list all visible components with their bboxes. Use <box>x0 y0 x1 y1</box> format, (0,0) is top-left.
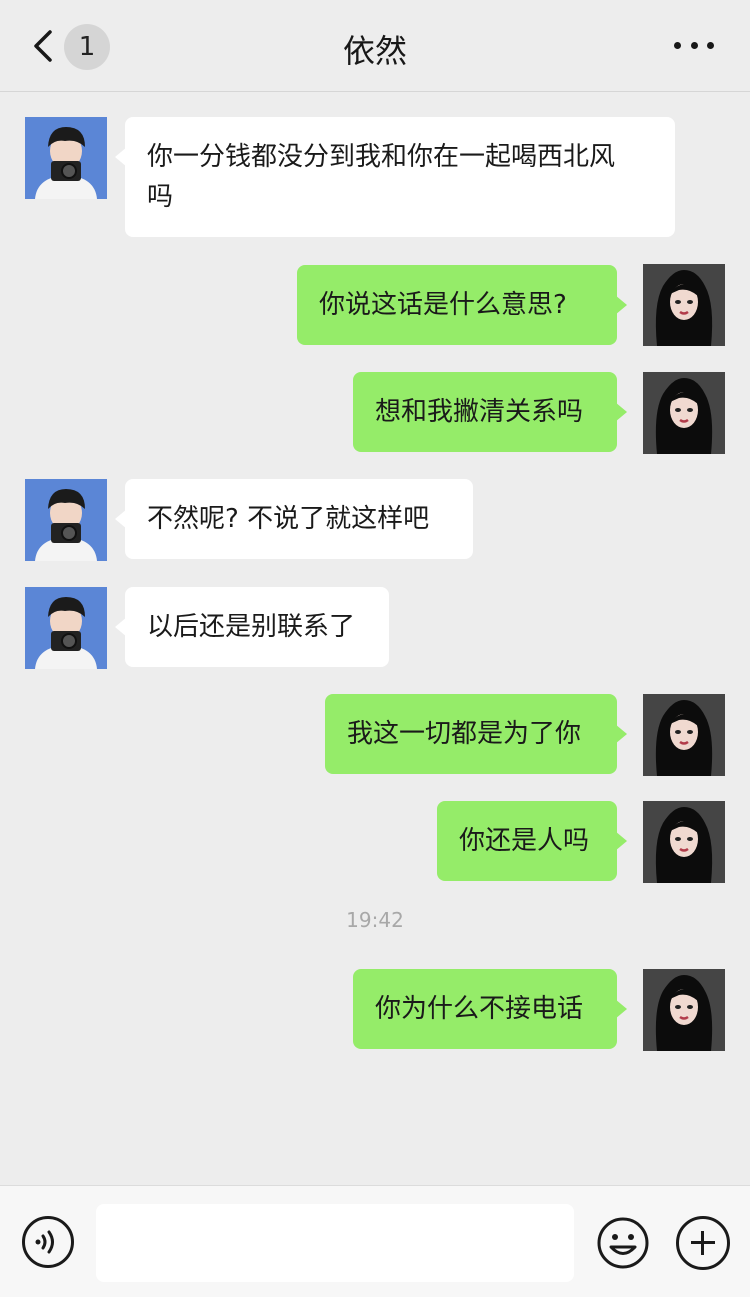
plus-icon[interactable] <box>676 1216 730 1270</box>
chat-header: 1 依然 <box>0 0 750 92</box>
message-bubble[interactable]: 以后还是别联系了 <box>115 587 389 667</box>
message-bubble[interactable]: 想和我撇清关系吗 <box>353 372 627 452</box>
input-toolbar <box>0 1185 750 1297</box>
self-avatar[interactable] <box>643 372 725 454</box>
message-text: 我这一切都是为了你 <box>347 719 582 749</box>
girl-avatar-icon <box>643 801 725 883</box>
message-input[interactable] <box>96 1204 574 1282</box>
photographer-avatar-icon <box>25 117 107 199</box>
message-bubble[interactable]: 你一分钱都没分到我和你在一起喝西北风 吗 <box>115 117 675 237</box>
contact-avatar[interactable] <box>25 117 107 199</box>
message-bubble[interactable]: 不然呢? 不说了就这样吧 <box>115 479 473 559</box>
message-text-line: 吗 <box>147 182 174 212</box>
message-text: 你说这话是什么意思? <box>319 290 567 320</box>
self-avatar[interactable] <box>643 969 725 1051</box>
message-text: 你还是人吗 <box>459 826 590 856</box>
emoji-icon <box>597 1217 649 1269</box>
message-text: 不然呢? 不说了就这样吧 <box>147 504 430 534</box>
girl-avatar-icon <box>643 372 725 454</box>
photographer-avatar-icon <box>25 587 107 669</box>
voice-button[interactable] <box>22 1216 74 1268</box>
emoji-button[interactable] <box>596 1216 650 1270</box>
message-bubble[interactable]: 你为什么不接电话 <box>353 969 627 1049</box>
voice-icon <box>35 1230 54 1254</box>
message-text-line: 你一分钱都没分到我和你在一起喝西北风 <box>147 142 616 172</box>
contact-avatar[interactable] <box>25 479 107 561</box>
message-bubble[interactable]: 你说这话是什么意思? <box>297 265 627 345</box>
message-timestamp: 19:42 <box>346 908 404 932</box>
message-bubble[interactable]: 我这一切都是为了你 <box>325 694 627 774</box>
message-text: 想和我撇清关系吗 <box>375 397 584 427</box>
girl-avatar-icon <box>643 264 725 346</box>
message-bubble[interactable]: 你还是人吗 <box>437 801 627 881</box>
chat-title: 依然 <box>342 32 407 70</box>
self-avatar[interactable] <box>643 694 725 776</box>
self-avatar[interactable] <box>643 801 725 883</box>
message-text: 你为什么不接电话 <box>375 994 584 1024</box>
message-text: 以后还是别联系了 <box>147 612 356 642</box>
more-dots-icon[interactable] <box>674 38 714 52</box>
girl-avatar-icon <box>643 694 725 776</box>
self-avatar[interactable] <box>643 264 725 346</box>
photographer-avatar-icon <box>25 479 107 561</box>
contact-avatar[interactable] <box>25 587 107 669</box>
girl-avatar-icon <box>643 969 725 1051</box>
